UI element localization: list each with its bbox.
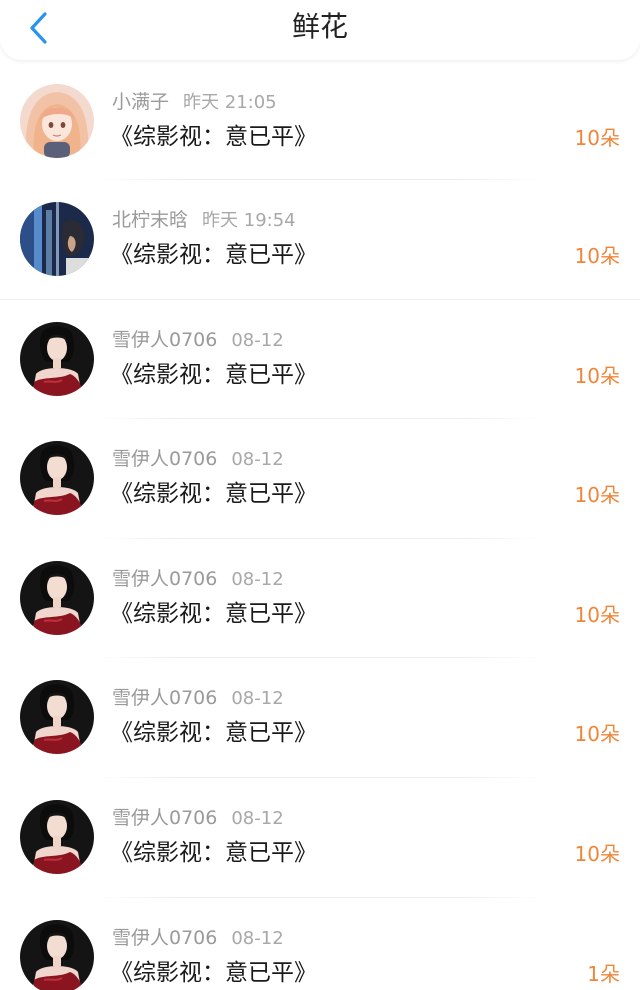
flower-count: 10朵 <box>574 602 620 627</box>
flower-count: 10朵 <box>574 126 620 150</box>
username[interactable]: 雪伊人0706 <box>112 448 217 470</box>
avatar[interactable] <box>20 84 94 158</box>
list-item[interactable]: 雪伊人0706 08-12 《综影视：意已平》 10朵 <box>0 658 640 778</box>
list-item[interactable]: 北柠末晗 昨天 19:54 《综影视：意已平》 10朵 <box>0 180 640 300</box>
username[interactable]: 北柠末晗 <box>112 209 188 231</box>
woman-red-dress-avatar-icon <box>20 441 94 516</box>
username[interactable]: 雪伊人0706 <box>112 687 217 709</box>
item-meta: 雪伊人0706 08-12 <box>112 328 284 353</box>
avatar[interactable] <box>20 799 94 874</box>
book-title-link[interactable]: 《综影视：意已平》 <box>110 958 317 988</box>
username[interactable]: 雪伊人0706 <box>112 329 217 351</box>
timestamp: 08-12 <box>231 927 284 949</box>
username[interactable]: 小满子 <box>112 91 169 113</box>
list-item[interactable]: 雪伊人0706 08-12 《综影视：意已平》 10朵 <box>0 539 640 659</box>
username[interactable]: 雪伊人0706 <box>112 927 217 949</box>
item-meta: 雪伊人0706 08-12 <box>112 447 284 472</box>
username[interactable]: 雪伊人0706 <box>112 807 217 829</box>
list-item[interactable]: 雪伊人0706 08-12 《综影视：意已平》 10朵 <box>0 419 640 539</box>
avatar[interactable] <box>20 441 94 516</box>
timestamp: 昨天 21:05 <box>183 92 277 113</box>
item-meta: 雪伊人0706 08-12 <box>112 567 284 592</box>
avatar[interactable] <box>20 560 94 635</box>
woman-red-dress-avatar-icon <box>20 919 94 990</box>
avatar[interactable] <box>20 202 94 276</box>
woman-red-dress-avatar-icon <box>20 321 94 396</box>
page-title: 鲜花 <box>291 10 348 43</box>
anime-girl-avatar-icon <box>20 84 94 158</box>
dark-blue-avatar-icon <box>20 202 94 276</box>
username[interactable]: 雪伊人0706 <box>112 568 217 590</box>
book-title-link[interactable]: 《综影视：意已平》 <box>110 479 317 509</box>
flowers-page: 鲜花 小满子 昨天 21:05 《综影视：意已平》 10朵 北柠末晗 昨天 19… <box>0 0 640 990</box>
flower-count: 1朵 <box>587 961 620 986</box>
avatar[interactable] <box>20 680 94 755</box>
top-bar: 鲜花 <box>0 0 640 60</box>
flower-count: 10朵 <box>574 722 620 747</box>
book-title-link[interactable]: 《综影视：意已平》 <box>110 718 317 748</box>
timestamp: 08-12 <box>231 329 284 351</box>
book-title-link[interactable]: 《综影视：意已平》 <box>110 599 317 629</box>
list-item[interactable]: 小满子 昨天 21:05 《综影视：意已平》 10朵 <box>0 62 640 180</box>
book-title-link[interactable]: 《综影视：意已平》 <box>110 360 317 390</box>
list-item[interactable]: 雪伊人0706 08-12 《综影视：意已平》 10朵 <box>0 300 640 420</box>
woman-red-dress-avatar-icon <box>20 799 94 874</box>
item-meta: 雪伊人0706 08-12 <box>112 806 284 831</box>
list-item[interactable]: 雪伊人0706 08-12 《综影视：意已平》 1朵 <box>0 898 640 990</box>
timestamp: 08-12 <box>231 807 284 829</box>
item-meta: 小满子 昨天 21:05 <box>112 90 277 115</box>
book-title-link[interactable]: 《综影视：意已平》 <box>110 838 317 868</box>
avatar[interactable] <box>20 919 94 990</box>
item-meta: 北柠末晗 昨天 19:54 <box>112 208 296 233</box>
flower-count: 10朵 <box>574 841 620 866</box>
timestamp: 08-12 <box>231 688 284 710</box>
timestamp: 08-12 <box>231 568 284 590</box>
item-meta: 雪伊人0706 08-12 <box>112 926 284 951</box>
book-title-link[interactable]: 《综影视：意已平》 <box>110 240 317 270</box>
flower-count: 10朵 <box>574 363 620 388</box>
avatar[interactable] <box>20 321 94 396</box>
timestamp: 08-12 <box>231 449 284 471</box>
flower-gift-list: 小满子 昨天 21:05 《综影视：意已平》 10朵 北柠末晗 昨天 19:54… <box>0 62 640 990</box>
timestamp: 昨天 19:54 <box>202 210 296 231</box>
woman-red-dress-avatar-icon <box>20 680 94 755</box>
flower-count: 10朵 <box>574 244 620 268</box>
book-title-link[interactable]: 《综影视：意已平》 <box>110 122 317 152</box>
list-item[interactable]: 雪伊人0706 08-12 《综影视：意已平》 10朵 <box>0 778 640 898</box>
woman-red-dress-avatar-icon <box>20 560 94 635</box>
item-meta: 雪伊人0706 08-12 <box>112 686 284 711</box>
flower-count: 10朵 <box>574 483 620 508</box>
